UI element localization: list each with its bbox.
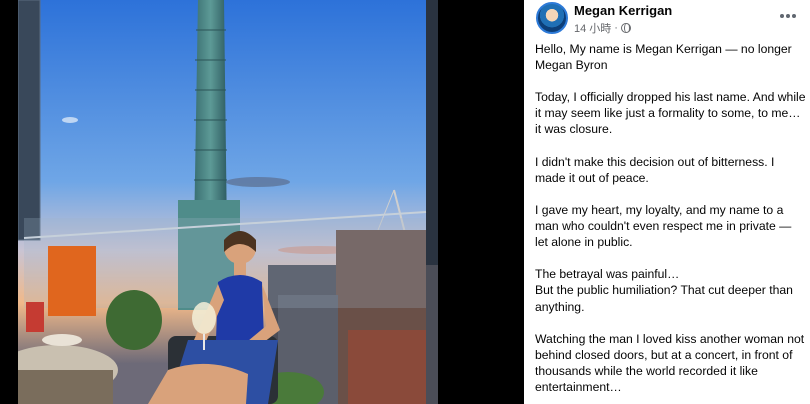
profile-avatar[interactable]: [536, 2, 568, 34]
more-options-icon: [780, 14, 784, 18]
post-paragraph: Today, I officially dropped his last nam…: [535, 90, 806, 137]
globe-icon[interactable]: [620, 23, 631, 33]
post-timestamp[interactable]: 14 小時: [574, 20, 611, 36]
more-options-button[interactable]: [776, 6, 800, 26]
post-paragraph: I didn't make this decision out of bitte…: [535, 154, 775, 185]
author-name[interactable]: Megan Kerrigan: [574, 3, 672, 18]
post-panel: Megan Kerrigan 14 小時 · Hello, My name is…: [524, 0, 810, 404]
photo-viewer: [0, 0, 524, 404]
post-header: Megan Kerrigan 14 小時 ·: [524, 0, 810, 38]
post-paragraph: I gave my heart, my loyalty, and my name…: [535, 202, 792, 250]
post-paragraph: Hello, My name is Megan Kerrigan — no lo…: [535, 42, 792, 73]
post-paragraph: Watching the man I loved kiss another wo…: [535, 331, 805, 394]
post-text: Hello, My name is Megan Kerrigan — no lo…: [535, 41, 807, 404]
post-meta: 14 小時 ·: [574, 20, 631, 36]
post-photo[interactable]: [18, 0, 438, 404]
post-paragraph: The betrayal was painful… But the public…: [535, 267, 793, 314]
